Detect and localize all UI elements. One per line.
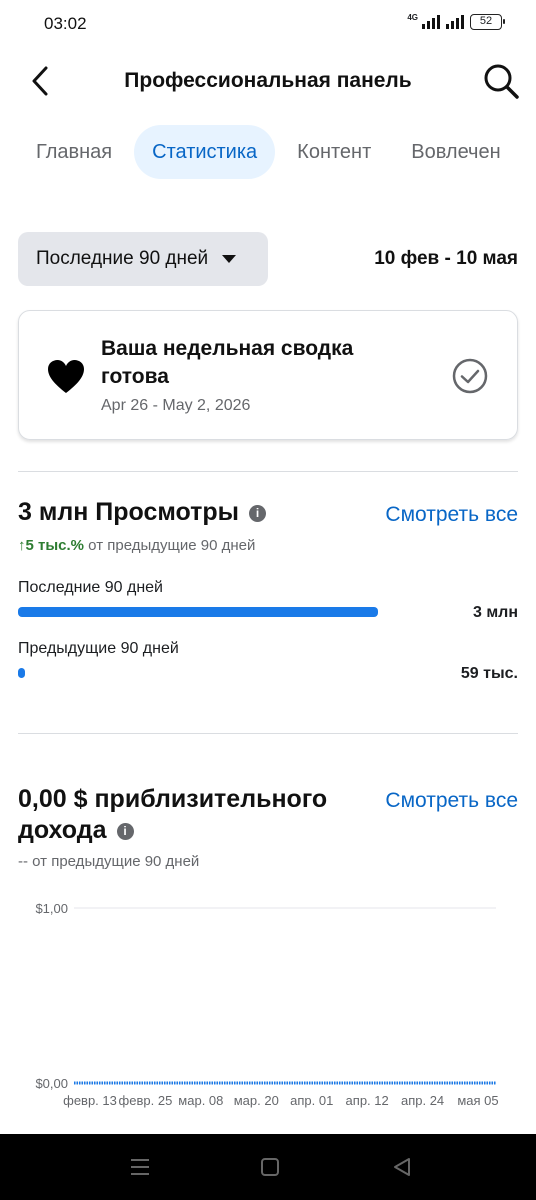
status-icons: 4G 52	[407, 13, 505, 30]
bar-fill-previous	[18, 668, 26, 678]
views-title: 3 млн Просмотры i	[18, 497, 267, 528]
up-arrow-icon: ↑	[18, 537, 26, 554]
signal-icon-2	[446, 15, 464, 29]
chart-x-tick-label: мар. 20	[234, 1093, 279, 1108]
revenue-title: 0,00 $ приблизительного дохода i	[18, 784, 338, 846]
bar-fill-current	[18, 607, 378, 617]
weekly-summary-card[interactable]: Ваша недельная сводка готова Apr 26 - Ma…	[18, 310, 518, 440]
caret-down-icon	[222, 255, 237, 263]
date-range-dropdown[interactable]: Последние 90 дней	[18, 232, 268, 286]
info-icon[interactable]: i	[116, 823, 134, 840]
summary-title: Ваша недельная сводка готова	[101, 337, 354, 388]
chart-x-tick-label: апр. 24	[401, 1093, 444, 1108]
bar-value-current: 3 млн	[472, 604, 518, 621]
revenue-chart: $1,00 $0,00 февр. 13 февр. 25 мар. 08 мар. 20…	[35, 901, 498, 1108]
views-change-value: 5 тыс.%	[25, 537, 85, 554]
chart-x-tick-label: февр. 13	[63, 1093, 117, 1108]
battery-icon: 52	[470, 14, 505, 30]
home-icon[interactable]	[258, 1156, 282, 1178]
tab-bar: Главная Статистика Контент Вовлечен	[18, 125, 536, 179]
tab-home[interactable]: Главная	[18, 125, 130, 179]
bar-value-previous: 59 тыс.	[460, 665, 518, 682]
revenue-change-line: -- от предыдущие 90 дней	[18, 853, 200, 870]
header: Профессиональная панель	[0, 56, 536, 108]
bar-track-previous	[18, 668, 378, 678]
chart-y-tick-label: $0,00	[35, 1076, 68, 1091]
heart-icon	[47, 359, 85, 395]
views-see-all-link[interactable]: Смотреть все	[385, 503, 518, 527]
chart-y-tick-label: $1,00	[35, 901, 68, 916]
tab-statistics[interactable]: Статистика	[134, 125, 276, 179]
chart-x-tick-label: апр. 12	[346, 1093, 389, 1108]
divider	[18, 733, 518, 734]
bar-label-current: Последние 90 дней	[18, 579, 163, 596]
info-icon[interactable]: i	[249, 505, 267, 522]
views-change-suffix: от предыдущие 90 дней	[84, 537, 256, 554]
chart-x-tick-label: мая 05	[457, 1093, 498, 1108]
bar-label-previous: Предыдущие 90 дней	[18, 640, 179, 657]
tab-content[interactable]: Контент	[279, 125, 389, 179]
status-bar: 03:02 4G 52	[0, 0, 536, 48]
page-title: Профессиональная панель	[124, 69, 412, 92]
revenue-see-all-link[interactable]: Смотреть все	[385, 789, 518, 813]
date-range-dropdown-label: Последние 90 дней	[36, 248, 209, 269]
chart-x-tick-label: апр. 01	[290, 1093, 333, 1108]
chart-x-tick-label: мар. 08	[178, 1093, 223, 1108]
system-nav-bar	[0, 1134, 536, 1200]
divider	[18, 471, 518, 472]
network-type-label: 4G	[407, 13, 418, 22]
search-icon[interactable]	[482, 62, 520, 100]
summary-date: Apr 26 - May 2, 2026	[101, 397, 251, 414]
check-circle-icon	[451, 357, 489, 395]
back-triangle-icon[interactable]	[390, 1156, 414, 1178]
views-change-line: ↑5 тыс.% от предыдущие 90 дней	[18, 537, 255, 554]
chart-x-tick-label: февр. 25	[119, 1093, 173, 1108]
status-time: 03:02	[44, 14, 87, 33]
date-range-text: 10 фев - 10 мая	[374, 248, 518, 269]
menu-icon[interactable]	[128, 1156, 152, 1178]
tab-engagement[interactable]: Вовлечен	[393, 125, 518, 179]
revenue-title-text: 0,00 $ приблизительного дохода	[18, 785, 328, 844]
bar-track-current	[18, 607, 378, 617]
signal-icon	[422, 15, 440, 29]
views-title-text: 3 млн Просмотры	[18, 498, 240, 526]
